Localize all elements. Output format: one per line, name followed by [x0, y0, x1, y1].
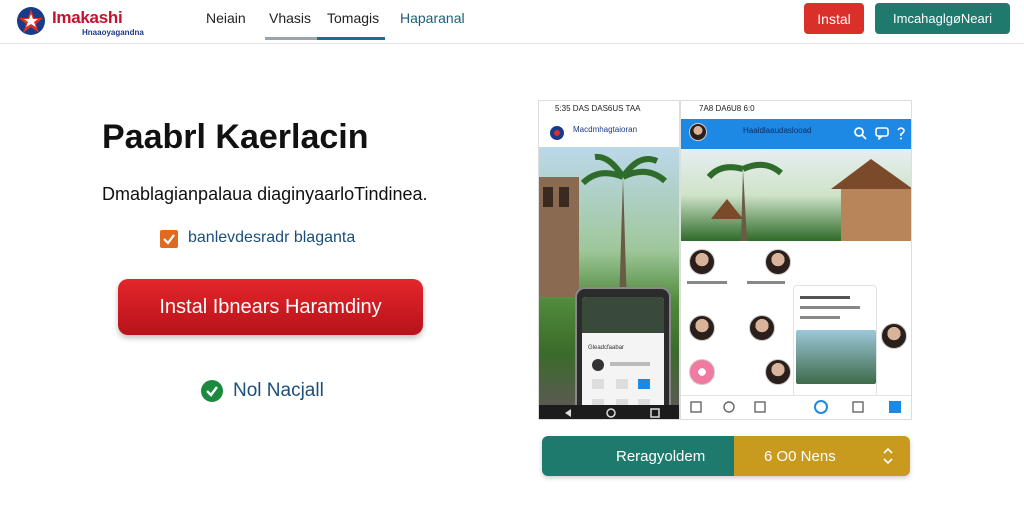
app-title: Haaldlaaudaslooad — [743, 126, 812, 135]
page: Imakashi Hnaaoyagandna Neiain Vhasis Tom… — [0, 0, 1024, 512]
plan-value: 6 O0 Nens — [764, 448, 836, 465]
card-text-icon — [800, 296, 860, 319]
android-nav-bar — [539, 405, 680, 420]
app-bar: Macdmhagtaioran — [539, 117, 679, 147]
chat-icon[interactable] — [875, 126, 889, 140]
search-icon[interactable] — [853, 126, 867, 140]
contact-names-icon — [687, 281, 785, 284]
plan-value-section[interactable]: 6 O0 Nens — [734, 436, 910, 476]
contact-avatar[interactable] — [749, 315, 775, 341]
check-circle-icon — [201, 380, 223, 402]
contact-avatar[interactable] — [689, 315, 715, 341]
nav-item-3[interactable]: Tomagis — [327, 10, 379, 26]
scene-photo — [681, 149, 911, 241]
card-photo — [796, 330, 876, 384]
stepper-icon[interactable] — [880, 447, 896, 465]
mini-phone-screen: Gleadcfaabar — [582, 297, 664, 419]
hero-title: Paabrl Kaerlacin — [102, 118, 369, 156]
checkbox-label: banlevdesradr blaganta — [188, 229, 356, 246]
star-logo-icon — [17, 7, 45, 35]
profile-avatar[interactable] — [689, 123, 707, 141]
status-bar: 7A8 DA6U8 6:0 — [699, 104, 755, 113]
logo-name: Imakashi — [52, 8, 123, 27]
nav-item-2[interactable]: Vhasis — [269, 10, 311, 26]
plan-label-section[interactable]: Reragyoldem — [542, 436, 734, 476]
app-logo-icon — [550, 126, 564, 140]
primary-install-button[interactable]: Instal Ibnears Haramdiny — [118, 279, 423, 335]
bottom-tab-bar — [681, 395, 912, 420]
nav-buttons-icon[interactable] — [539, 405, 680, 420]
contact-avatar[interactable] — [689, 249, 715, 275]
photo-card[interactable] — [793, 285, 877, 397]
mini-phone: Gleadcfaabar — [575, 287, 671, 419]
app-title: Macdmhagtaioran — [573, 125, 638, 134]
phone-screenshot-left: 5:35 DAS DAS6US TAA Macdmhagtaioran Glea… — [538, 100, 680, 420]
checkbox-checked-icon[interactable] — [160, 230, 178, 248]
help-icon[interactable] — [895, 126, 907, 140]
hero-subtitle: Dmablagianpalaua diaginyaarloTindinea. — [102, 184, 428, 204]
bottom-tab-icons[interactable] — [681, 396, 912, 420]
app-bar: Haaldlaaudaslooad — [681, 119, 911, 149]
header-login-button[interactable]: ImcahaglgøNeari — [875, 3, 1010, 34]
logo-tagline: Hnaaoyagandna — [82, 28, 144, 37]
temple-illustration — [706, 159, 911, 241]
contact-avatar[interactable] — [881, 323, 907, 349]
scene-photo: Gleadcfaabar — [539, 147, 679, 419]
header-install-button[interactable]: Instal — [804, 3, 864, 34]
contacts-panel — [681, 241, 911, 419]
phone-screenshot-right: 7A8 DA6U8 6:0 Haaldlaaudaslooad — [680, 100, 912, 420]
plan-selector-bar[interactable]: Reragyoldem 6 O0 Nens — [542, 436, 910, 476]
contact-avatar[interactable] — [765, 359, 791, 385]
nav-item-1[interactable]: Neiain — [206, 10, 246, 26]
plan-label: Reragyoldem — [616, 448, 706, 465]
status-label: Nol Nacjall — [233, 380, 324, 401]
mini-screen-label: Gleadcfaabar — [588, 345, 625, 351]
contact-avatar[interactable] — [765, 249, 791, 275]
contact-avatar[interactable] — [689, 359, 715, 385]
logo[interactable]: Imakashi Hnaaoyagandna — [16, 4, 156, 38]
nav-underline-active — [317, 37, 385, 40]
mini-screen-header — [582, 297, 664, 333]
nav-item-4[interactable]: Haparanal — [400, 10, 465, 26]
nav-underline-inactive — [265, 37, 317, 40]
status-bar: 5:35 DAS DAS6US TAA — [555, 104, 641, 113]
top-header: Imakashi Hnaaoyagandna Neiain Vhasis Tom… — [0, 0, 1024, 44]
